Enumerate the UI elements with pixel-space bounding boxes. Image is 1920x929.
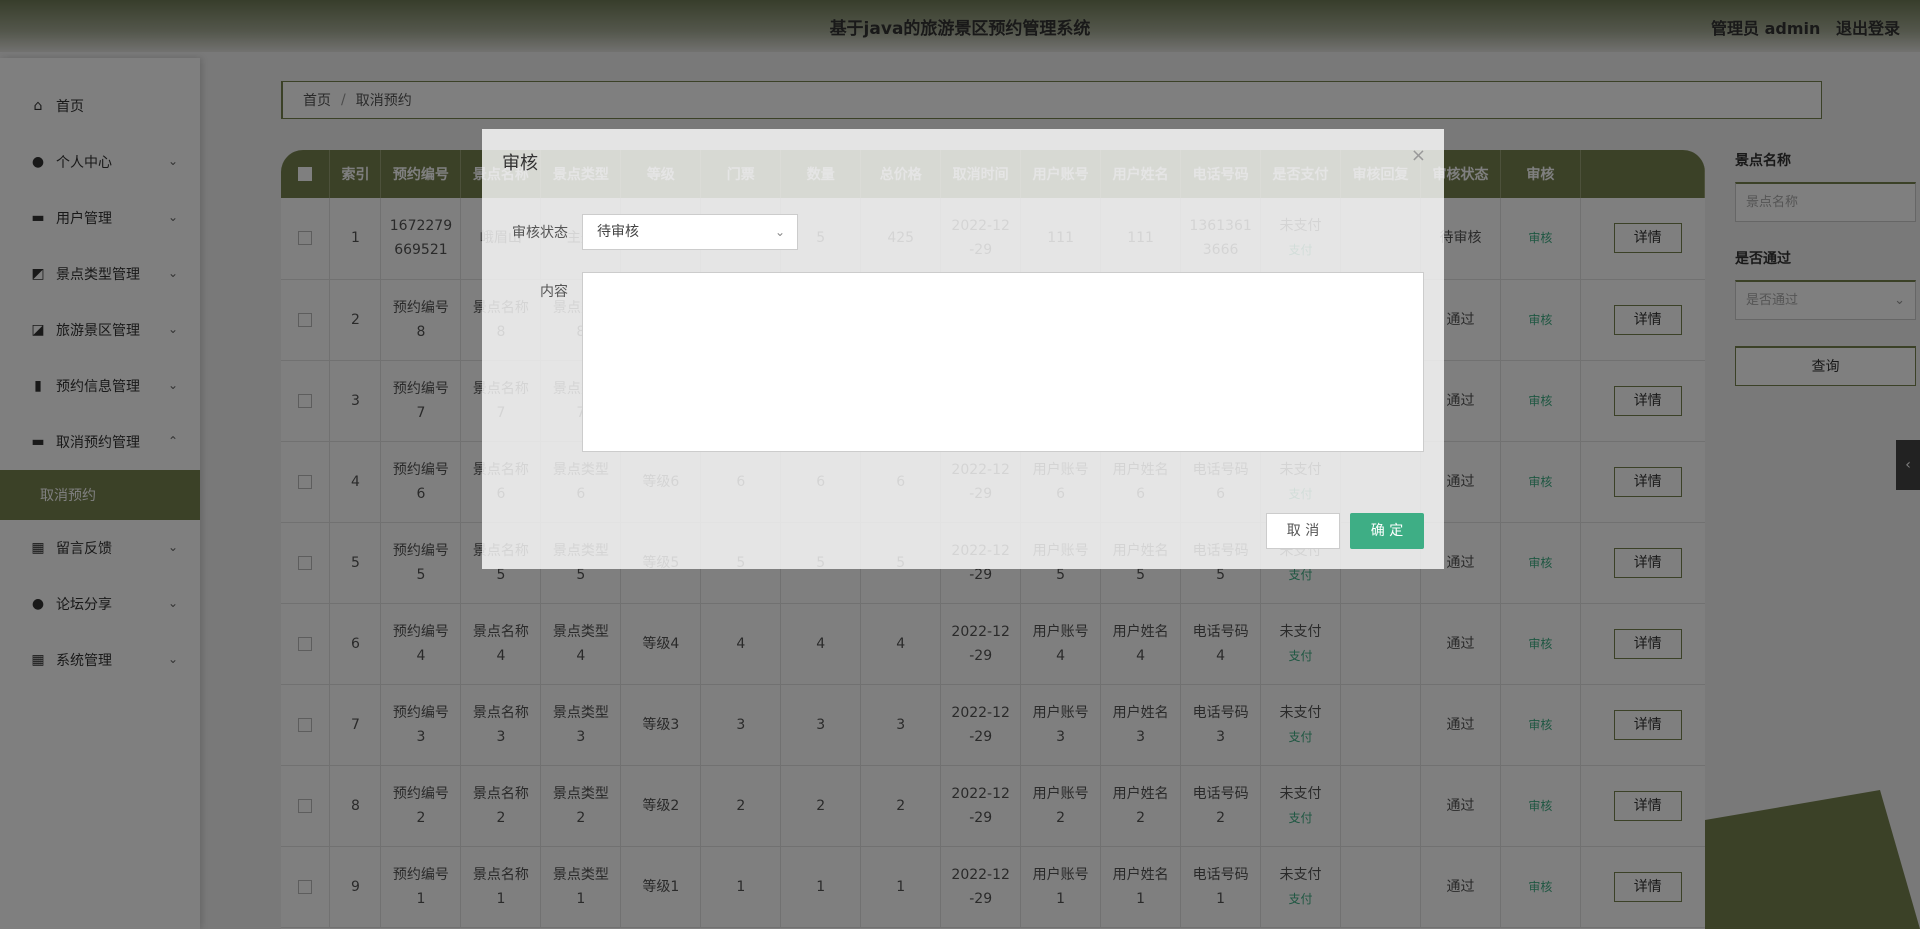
review-dialog: 审核 × 审核状态 待审核 ⌄ 内容 取 消 确 定 — [482, 129, 1444, 569]
content-label: 内容 — [540, 284, 568, 300]
dialog-title: 审核 — [502, 153, 538, 174]
chevron-down-icon: ⌄ — [774, 225, 785, 239]
confirm-button[interactable]: 确 定 — [1350, 513, 1424, 549]
review-status-value: 待审核 — [597, 224, 639, 240]
review-status-select[interactable]: 待审核 ⌄ — [582, 214, 798, 250]
review-status-label: 审核状态 — [512, 225, 568, 241]
cancel-button[interactable]: 取 消 — [1266, 513, 1340, 549]
content-textarea[interactable] — [582, 272, 1424, 452]
close-icon[interactable]: × — [1411, 145, 1426, 166]
